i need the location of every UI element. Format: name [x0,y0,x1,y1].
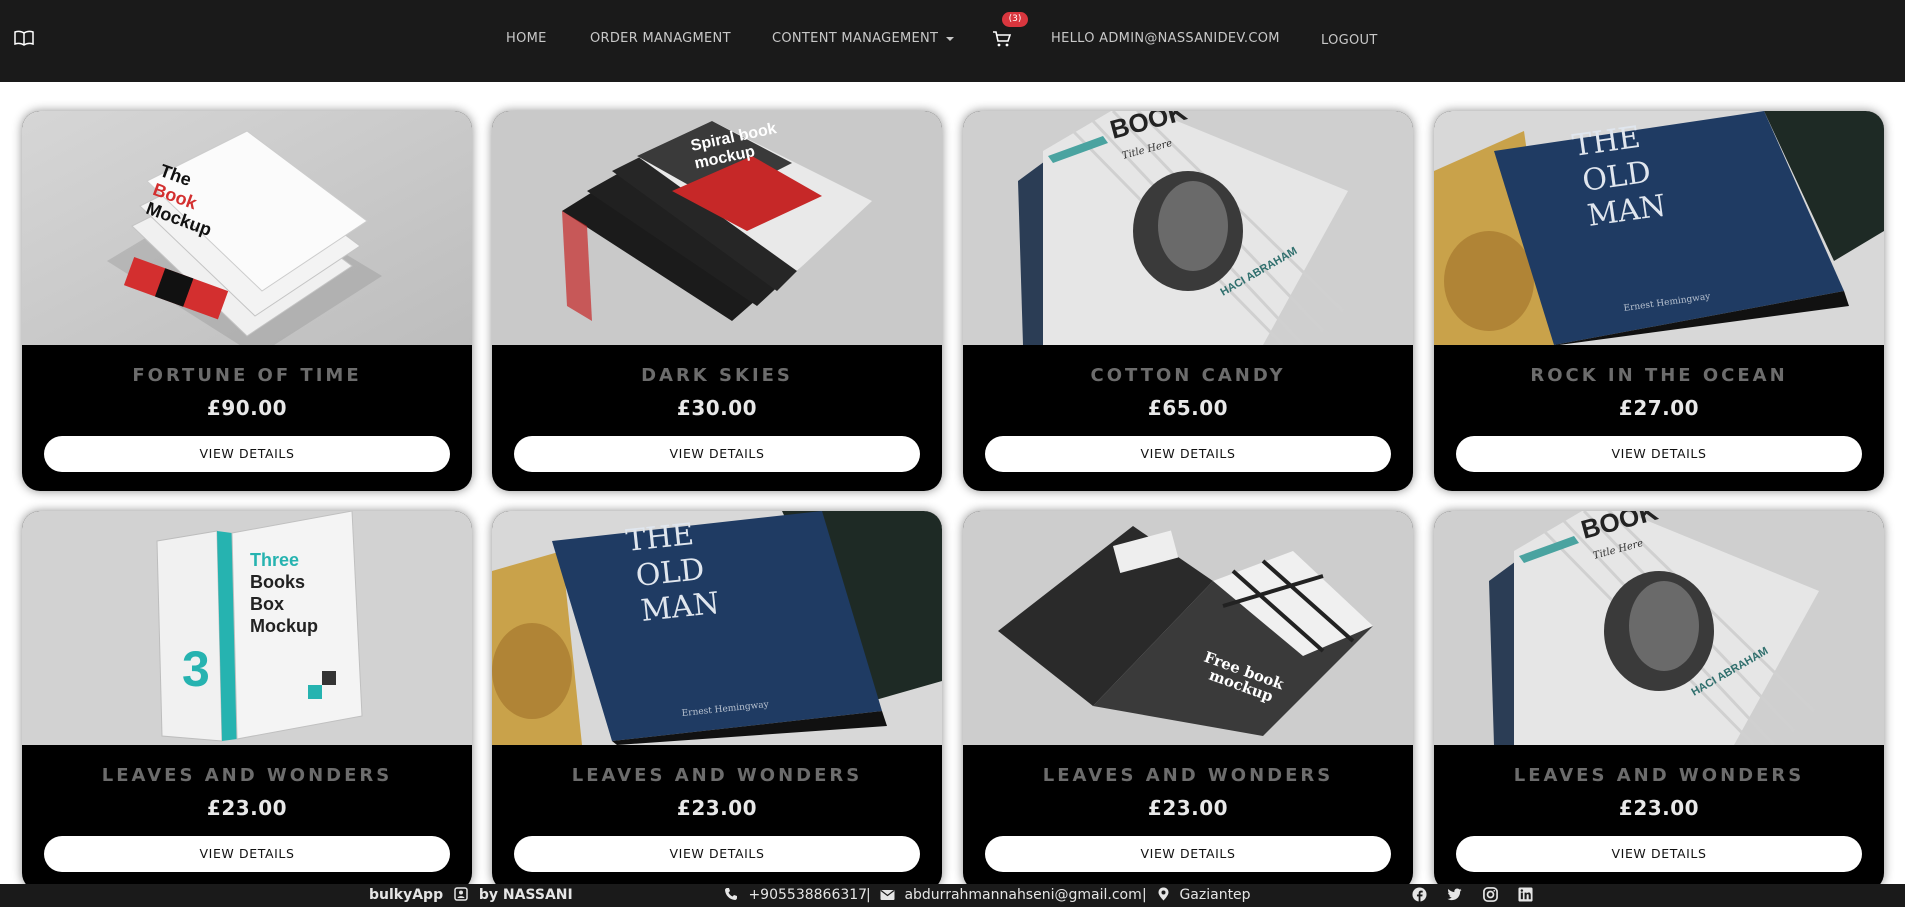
view-details-button[interactable]: VIEW DETAILS [985,436,1391,472]
linkedin-icon[interactable] [1518,887,1533,902]
person-badge-icon [454,887,468,901]
product-title: DARK SKIES [641,365,793,386]
product-title: COTTON CANDY [1090,365,1286,386]
footer-separator: | [1142,887,1147,903]
view-details-button[interactable]: VIEW DETAILS [44,836,450,872]
nav-content-label: CONTENT MANAGEMENT [772,31,939,46]
product-card: Free book mockup LEAVES AND WONDERS £23.… [963,511,1413,891]
nav-logout-link[interactable]: LOGOUT [1321,33,1378,48]
facebook-icon[interactable] [1412,887,1427,902]
footer-social-links [1412,887,1549,904]
product-image[interactable]: BOOK Title Here HACI ABRAHAM [963,111,1413,345]
product-card: THE OLD MAN Ernest Hemingway ROCK IN THE… [1434,111,1884,491]
product-price: £65.00 [1147,396,1229,420]
book-cover-image: THE OLD MAN Ernest Hemingway [1434,111,1884,345]
product-title: LEAVES AND WONDERS [101,765,393,786]
book-cover-image: THE OLD MAN Ernest Hemingway [492,511,942,745]
product-card: Spiral book mockup DARK SKIES £30.00 VIE… [492,111,942,491]
book-icon[interactable] [14,30,34,46]
nav-hello-user[interactable]: HELLO ADMIN@NASSANIDEV.COM [1051,31,1280,46]
cart-icon[interactable] [992,30,1012,48]
book-cover-image: Spiral book mockup [492,111,942,345]
product-title: LEAVES AND WONDERS [1042,765,1334,786]
product-image[interactable]: Spiral book mockup [492,111,942,345]
product-price: £23.00 [1147,796,1229,820]
top-navbar: HOME ORDER MANAGMENT CONTENT MANAGEMENT … [0,0,1905,82]
product-title: FORTUNE OF TIME [132,365,362,386]
nav-content-management-dropdown[interactable]: CONTENT MANAGEMENT [772,31,955,46]
footer-phone: +905538866317 [724,887,867,903]
product-card: THE OLD MAN Ernest Hemingway LEAVES AND … [492,511,942,891]
cart-count-badge: (3) [1002,12,1028,27]
envelope-icon [880,890,895,900]
product-price: £23.00 [206,796,288,820]
view-details-button[interactable]: VIEW DETAILS [985,836,1391,872]
product-image[interactable]: THE OLD MAN Ernest Hemingway [492,511,942,745]
product-title: LEAVES AND WONDERS [1513,765,1805,786]
footer-email: abdurrahmannahseni@gmail.com [880,887,1142,903]
footer-email-address[interactable]: abdurrahmannahseni@gmail.com [904,887,1141,903]
book-cover-image: Three Books Box Mockup 3 [22,511,472,745]
book-cover-image: BOOK Title Here HACI ABRAHAM [1434,511,1884,745]
cover-text: Books [250,572,305,592]
book-cover-image: The Book Mockup [22,111,472,345]
product-price: £90.00 [206,396,288,420]
view-details-button[interactable]: VIEW DETAILS [1456,836,1862,872]
product-image[interactable]: THE OLD MAN Ernest Hemingway [1434,111,1884,345]
book-cover-image: BOOK Title Here HACI ABRAHAM [963,111,1413,345]
product-title: ROCK IN THE OCEAN [1530,365,1788,386]
cover-text: Mockup [250,616,318,636]
product-price: £30.00 [676,396,758,420]
product-price: £23.00 [676,796,758,820]
product-title: LEAVES AND WONDERS [571,765,863,786]
nav-order-management-link[interactable]: ORDER MANAGMENT [590,31,731,46]
footer-separator: | [866,887,871,903]
view-details-button[interactable]: VIEW DETAILS [1456,436,1862,472]
map-pin-icon [1158,887,1169,901]
book-cover-image: Free book mockup [963,511,1413,745]
product-image[interactable]: BOOK Title Here HACI ABRAHAM [1434,511,1884,745]
cover-text: Box [250,594,284,614]
view-details-button[interactable]: VIEW DETAILS [44,436,450,472]
product-image[interactable]: The Book Mockup [22,111,472,345]
product-card: The Book Mockup FORTUNE OF TIME £90.00 V… [22,111,472,491]
nav-home-link[interactable]: HOME [506,31,547,46]
product-card: BOOK Title Here HACI ABRAHAM COTTON CAND… [963,111,1413,491]
footer-app-name: bulkyApp [369,887,444,903]
product-price: £27.00 [1618,396,1700,420]
view-details-button[interactable]: VIEW DETAILS [514,436,920,472]
product-image[interactable]: Free book mockup [963,511,1413,745]
footer-author: by NASSANI [478,887,573,903]
product-price: £23.00 [1618,796,1700,820]
view-details-button[interactable]: VIEW DETAILS [514,836,920,872]
footer-phone-number[interactable]: +905538866317 [748,887,867,903]
cover-text: 3 [182,641,210,697]
footer-location-text: Gaziantep [1179,887,1251,903]
product-card: Three Books Box Mockup 3 LEAVES AND WOND… [22,511,472,891]
instagram-icon[interactable] [1483,887,1498,902]
footer-brand: bulkyApp by NASSANI [369,887,573,903]
caret-down-icon [946,36,955,41]
phone-icon [725,888,737,900]
footer-bar: bulkyApp by NASSANI +905538866317 | abdu… [0,884,1905,907]
cover-text: THE [624,517,695,559]
product-image[interactable]: Three Books Box Mockup 3 [22,511,472,745]
footer-location: Gaziantep [1158,887,1251,903]
product-card: BOOK Title Here HACI ABRAHAM LEAVES AND … [1434,511,1884,891]
twitter-icon[interactable] [1447,887,1462,902]
cover-text: Three [250,550,299,570]
